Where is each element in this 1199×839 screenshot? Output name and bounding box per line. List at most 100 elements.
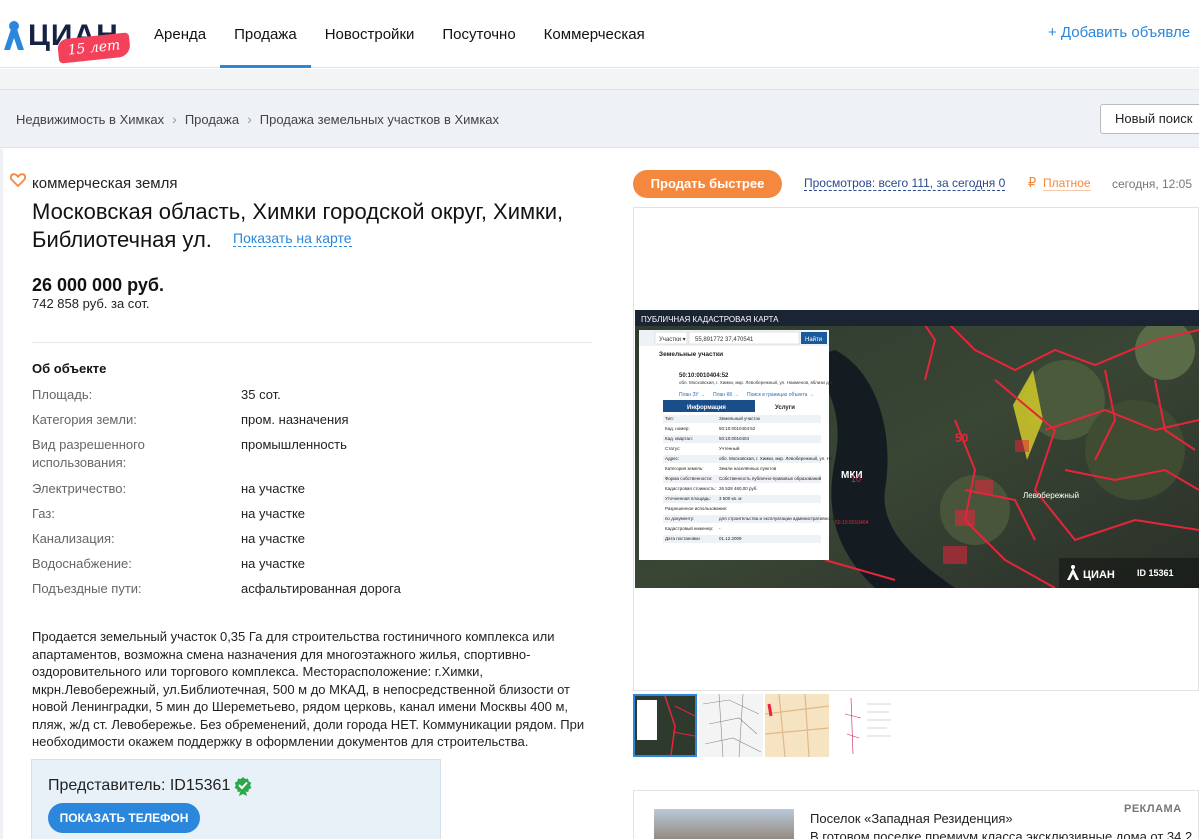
parcel-row-key: Тип: — [665, 416, 674, 421]
parcel-row-key: Кадастровая стоимость: — [665, 486, 716, 491]
site-header: ЦИАН 15 лет Аренда Продажа Новостройки П… — [0, 0, 1199, 68]
new-search-button[interactable]: Новый поиск — [1100, 104, 1199, 134]
prop-row-water: Водоснабжение: на участке — [32, 553, 592, 578]
parcel-link-search: Поиск в границах объекта → — [747, 392, 814, 398]
thumbnail-1[interactable] — [633, 694, 697, 757]
prop-value: асфальтированная дорога — [241, 581, 401, 596]
chevron-right-icon: › — [172, 111, 177, 127]
paid-status-link[interactable]: Платное — [1043, 177, 1091, 191]
chevron-right-icon: › — [247, 111, 252, 127]
nav-daily[interactable]: Посуточно — [428, 0, 529, 68]
parcel-row-key: Категория земель: — [665, 466, 703, 471]
show-on-map-link[interactable]: Показать на карте — [233, 231, 352, 247]
property-list: Площадь: 35 сот. Категория земли: пром. … — [32, 384, 592, 603]
thumbnail-satellite-image — [635, 696, 695, 755]
promo-text: В готовом поселке премиум класса эксклюз… — [810, 829, 1193, 839]
nav-sale[interactable]: Продажа — [220, 0, 311, 68]
parcel-row-value: 50:10:0010404 — [719, 436, 750, 441]
parcel-row-key: по документу: — [665, 516, 694, 521]
thumbnail-map-image — [765, 694, 829, 757]
views-counter-link[interactable]: Просмотров: всего 111, за сегодня 0 — [804, 177, 1006, 191]
favorite-heart-icon[interactable] — [10, 172, 26, 188]
parcel-row-key: Дата постановки — [665, 536, 700, 541]
show-phone-button[interactable]: ПОКАЗАТЬ ТЕЛЕФОН — [48, 803, 200, 833]
nav-rent[interactable]: Аренда — [140, 0, 220, 68]
cian-logo[interactable]: ЦИАН 15 лет — [2, 12, 132, 64]
map-panel-title: Земельные участки — [659, 351, 723, 358]
prop-key: Площадь: — [32, 387, 93, 402]
cadastral-map-image: ПУБЛИЧНАЯ КАДАСТРОВАЯ КАРТА Участки ▾ 55… — [635, 310, 1199, 588]
map-label-10: 10 — [851, 474, 861, 484]
parcel-row-key: Кадастровый инженер: — [665, 525, 713, 531]
parcel-tab-services: Услуги — [775, 405, 795, 411]
map-title: ПУБЛИЧНАЯ КАДАСТРОВАЯ КАРТА — [641, 315, 779, 324]
promo-image — [654, 809, 794, 839]
main-photo[interactable]: ПУБЛИЧНАЯ КАДАСТРОВАЯ КАРТА Участки ▾ 55… — [635, 310, 1199, 588]
prop-key: Канализация: — [32, 531, 115, 546]
prop-key: Газ: — [32, 506, 55, 521]
thumbnail-4[interactable] — [831, 694, 895, 757]
price-per-unit: 742 858 руб. за сот. — [32, 296, 150, 311]
thumbnail-3[interactable] — [765, 694, 829, 757]
parcel-tab-info: Информация — [687, 404, 726, 411]
parcel-row-key: Кад. номер: — [665, 426, 690, 431]
agent-card: Представитель: ID15361 ПОКАЗАТЬ ТЕЛЕФОН — [31, 759, 441, 839]
watermark-id: ID 15361 — [1137, 568, 1174, 578]
thumbnail-2[interactable] — [699, 694, 763, 757]
prop-row-gas: Газ: на участке — [32, 503, 592, 528]
breadcrumb-realty-khimki[interactable]: Недвижимость в Химках — [16, 112, 164, 127]
prop-value: 35 сот. — [241, 387, 281, 402]
prop-key: Водоснабжение: — [32, 556, 132, 571]
parcel-address: обл. Московская, г. Химки, мкр. Левобере… — [679, 379, 833, 385]
parcel-row-value: для строительства и эксплуатации админис… — [719, 516, 839, 521]
prop-row-access-roads: Подъездные пути: асфальтированная дорога — [32, 578, 592, 603]
parcel-row-value: 26 528 460,00 руб. — [719, 486, 758, 491]
prop-key: Категория земли: — [32, 412, 137, 427]
prop-value: на участке — [241, 556, 306, 571]
prop-key: Вид разрешенного использования: — [32, 437, 145, 470]
main-nav: Аренда Продажа Новостройки Посуточно Ком… — [140, 0, 659, 68]
breadcrumb-sale[interactable]: Продажа — [185, 112, 239, 127]
prop-value: на участке — [241, 506, 306, 521]
about-object-heading: Об объекте — [32, 361, 107, 376]
map-label-50: 50 — [955, 431, 969, 445]
parcel-row-key: Форма собственности: — [665, 476, 712, 481]
parcel-row-value: 3 500 кв. м — [719, 496, 741, 501]
section-divider — [32, 342, 592, 343]
map-label-district: Левобережный — [1023, 491, 1079, 500]
parcel-row-bg — [663, 445, 821, 453]
parcel-row-value: обл. Московская, г. Химки, мкр. Левобере… — [719, 455, 833, 461]
promo-block[interactable]: РЕКЛАМА Поселок «Западная Резиденция» В … — [633, 790, 1199, 839]
thumbnail-document-image — [831, 694, 895, 757]
map-search-value: 55,891772 37,470541 — [695, 337, 754, 343]
thumbnail-plan-image — [699, 694, 763, 757]
breadcrumb: Недвижимость в Химках › Продажа › Продаж… — [16, 111, 499, 127]
prop-row-land-category: Категория земли: пром. назначения — [32, 409, 592, 434]
nav-new-buildings[interactable]: Новостройки — [311, 0, 429, 68]
listing-price: 26 000 000 руб. — [32, 275, 164, 295]
prop-value: на участке — [241, 531, 306, 546]
prop-value: пром. назначения — [241, 412, 349, 427]
parcel-row-key: Уточненная площадь: — [665, 496, 711, 501]
listing-description: Продается земельный участок 0,35 Га для … — [32, 629, 585, 749]
prop-row-area: Площадь: 35 сот. — [32, 384, 592, 409]
agent-name: Представитель: ID15361 — [48, 777, 231, 794]
breadcrumb-bar: Недвижимость в Химках › Продажа › Продаж… — [0, 89, 1199, 148]
promo-title[interactable]: Поселок «Западная Резиденция» — [810, 811, 1013, 826]
content-left-edge — [0, 149, 3, 839]
parcel-row-value: Земельный участок — [719, 415, 760, 421]
add-listing-link[interactable]: + Добавить объявле — [1048, 24, 1190, 41]
parcel-row-key: Статус: — [665, 446, 680, 451]
parcel-link-plan: План ЗУ → — [679, 392, 705, 398]
breadcrumb-land-sale[interactable]: Продажа земельных участков в Химках — [260, 112, 499, 127]
parcel-row-value: 50:10:0010404:52 — [719, 426, 756, 431]
parcel-row-value: Земли населённых пунктов — [719, 466, 777, 471]
sell-faster-button[interactable]: Продать быстрее — [633, 170, 782, 198]
nav-commercial[interactable]: Коммерческая — [530, 0, 659, 68]
ruble-icon: ₽ — [1028, 175, 1037, 190]
promo-label: РЕКЛАМА — [1124, 803, 1182, 815]
published-time: сегодня, 12:05 — [1112, 177, 1193, 191]
map-label-quarter: 50:10:0010404 — [835, 520, 869, 526]
parcel-link-kk: План КК → — [713, 392, 739, 398]
header-spacer — [0, 69, 1199, 89]
